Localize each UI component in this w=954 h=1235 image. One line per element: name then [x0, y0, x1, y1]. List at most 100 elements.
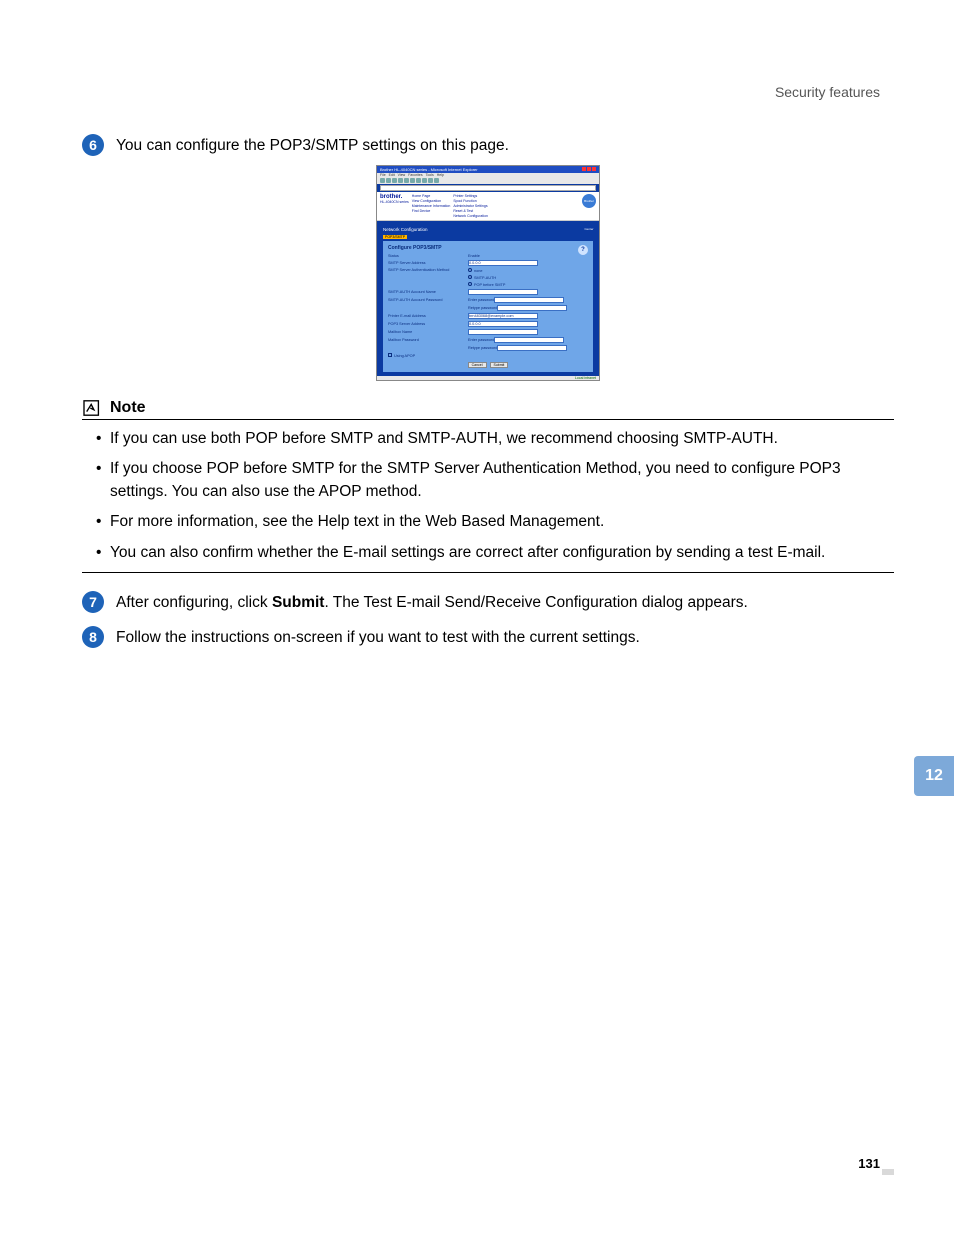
history-icon[interactable]: [422, 178, 427, 183]
note-block: Note If you can use both POP before SMTP…: [82, 399, 894, 573]
apop-checkbox[interactable]: Using APOP: [388, 353, 415, 358]
radio-icon: [468, 275, 472, 279]
note-title: Note: [110, 399, 146, 417]
embedded-screenshot: Brother HL-4040CN series - Microsoft Int…: [376, 165, 600, 381]
config-panel: ? Configure POP3/SMTP Status Enable SMTP…: [383, 241, 593, 372]
step7-before: After configuring, click: [116, 594, 272, 611]
step-badge-6: 6: [82, 134, 104, 156]
step-badge-8: 8: [82, 626, 104, 648]
retype-pwd-label-2: Retype password: [468, 346, 497, 350]
mail-icon[interactable]: [428, 178, 433, 183]
smtp-server-input[interactable]: 0.0.0.0: [468, 260, 538, 266]
step7-bold: Submit: [272, 594, 325, 611]
ie-toolbar: [377, 177, 599, 184]
nav-printer-settings[interactable]: Printer Settings: [453, 194, 488, 198]
favorites-icon[interactable]: [416, 178, 421, 183]
page-header: brother. HL-4040CN series Home Page View…: [377, 192, 599, 221]
printer-email-label: Printer E-mail Address: [388, 314, 468, 318]
row-status: Status Enable: [388, 254, 578, 258]
pop3-server-input[interactable]: 0.0.0.0: [468, 321, 538, 327]
menu-file[interactable]: File: [380, 173, 386, 177]
nav-admin[interactable]: Administrator Settings: [453, 204, 488, 208]
row-mailbox-name: Mailbox Name: [388, 329, 588, 335]
enter-pwd-label-2: Enter password: [468, 338, 494, 342]
nav-col-1: Home Page View Configuration Maintenance…: [412, 194, 451, 218]
cancel-button[interactable]: Cancel: [468, 362, 487, 368]
nav-spool[interactable]: Spool Function: [453, 199, 488, 203]
back-icon[interactable]: [380, 178, 385, 183]
mailbox-pwd2-input[interactable]: [497, 345, 567, 351]
acct-pwd2-input[interactable]: [497, 305, 567, 311]
menu-view[interactable]: View: [398, 173, 406, 177]
nav-maintenance[interactable]: Maintenance Information: [412, 204, 451, 208]
row-auth-pop: POP before SMTP: [388, 282, 588, 287]
screenshot-container: Brother HL-4040CN series - Microsoft Int…: [82, 165, 894, 381]
button-row: Cancel Submit: [388, 362, 588, 368]
brand-block: brother. HL-4040CN series: [380, 194, 409, 218]
ie-title-bar: Brother HL-4040CN series - Microsoft Int…: [377, 166, 599, 173]
auth-none-option[interactable]: none: [468, 268, 482, 273]
window-controls: [581, 167, 596, 172]
menu-edit[interactable]: Edit: [389, 173, 395, 177]
radio-icon: [468, 282, 472, 286]
step7-after: . The Test E-mail Send/Receive Configura…: [324, 594, 747, 611]
enter-pwd-label: Enter password: [468, 298, 494, 302]
forward-icon[interactable]: [386, 178, 391, 183]
row-smtp-server: SMTP Server Address 0.0.0.0: [388, 260, 588, 266]
tab-pop3smtp[interactable]: POP3/SMTP: [383, 235, 407, 239]
mailbox-pwd-label: Mailbox Password: [388, 338, 468, 342]
note-icon: [82, 399, 104, 417]
note-item-4: You can also confirm whether the E-mail …: [96, 542, 894, 564]
retype-pwd-label: Retype password: [468, 306, 497, 310]
help-icon[interactable]: ?: [578, 245, 588, 255]
ie-title-text: Brother HL-4040CN series - Microsoft Int…: [380, 167, 478, 172]
acct-name-input[interactable]: [468, 289, 538, 295]
header-section-title: Security features: [775, 84, 880, 100]
chapter-tab: 12: [914, 756, 954, 796]
model-label: HL-4040CN series: [380, 200, 409, 204]
radio-icon: [468, 268, 472, 272]
menu-help[interactable]: Help: [437, 173, 444, 177]
stop-icon[interactable]: [392, 178, 397, 183]
nav-network-config[interactable]: Network Configuration: [453, 214, 488, 218]
mailbox-pwd-input[interactable]: [494, 337, 564, 343]
page: Security features 6 You can configure th…: [0, 0, 954, 1235]
auth-pop-option[interactable]: POP before SMTP: [468, 282, 505, 287]
printer-email-input[interactable]: brn483068@example.com: [468, 313, 538, 319]
acct-pwd-input[interactable]: [494, 297, 564, 303]
menu-tools[interactable]: Tools: [426, 173, 434, 177]
page-number-bar: [882, 1169, 894, 1175]
content: 6 You can configure the POP3/SMTP settin…: [82, 134, 894, 649]
smtp-server-label: SMTP Server Address: [388, 261, 468, 265]
auth-method-label: SMTP Server Authentication Method: [388, 268, 468, 272]
note-item-2: If you choose POP before SMTP for the SM…: [96, 458, 894, 503]
row-acct-pwd2: Retype password: [388, 305, 588, 311]
print-icon[interactable]: [434, 178, 439, 183]
row-apop: Using APOP: [388, 353, 588, 358]
search-icon[interactable]: [410, 178, 415, 183]
nav-home[interactable]: Home Page: [412, 194, 451, 198]
nav-view-config[interactable]: View Configuration: [412, 199, 451, 203]
step-7-text: After configuring, click Submit. The Tes…: [116, 591, 748, 614]
tab-strip: POP3/SMTP: [383, 234, 593, 239]
acct-name-label: SMTP-AUTH Account Name: [388, 290, 468, 294]
mailbox-name-input[interactable]: [468, 329, 538, 335]
mailbox-name-label: Mailbox Name: [388, 330, 468, 334]
menu-favorites[interactable]: Favorites: [408, 173, 422, 177]
step-badge-7: 7: [82, 591, 104, 613]
solutions-center-icon[interactable]: Brother Solutions Center: [582, 194, 596, 208]
panel-title: Configure POP3/SMTP: [388, 245, 588, 251]
refresh-icon[interactable]: [398, 178, 403, 183]
page-number: 131: [858, 1156, 880, 1171]
note-item-1: If you can use both POP before SMTP and …: [96, 428, 894, 450]
step-6: 6 You can configure the POP3/SMTP settin…: [82, 134, 894, 157]
note-header: Note: [82, 399, 894, 420]
home-icon[interactable]: [404, 178, 409, 183]
step-6-text: You can configure the POP3/SMTP settings…: [116, 134, 509, 157]
submit-button[interactable]: Submit: [490, 362, 509, 368]
nav-find-device[interactable]: Find Device: [412, 209, 451, 213]
nav-reset-test[interactable]: Reset & Test: [453, 209, 488, 213]
page-body: Network Configuration POP3/SMTP ? Config…: [377, 221, 599, 376]
auth-smtp-option[interactable]: SMTP-AUTH: [468, 275, 496, 280]
ie-address-bar[interactable]: [380, 185, 596, 191]
